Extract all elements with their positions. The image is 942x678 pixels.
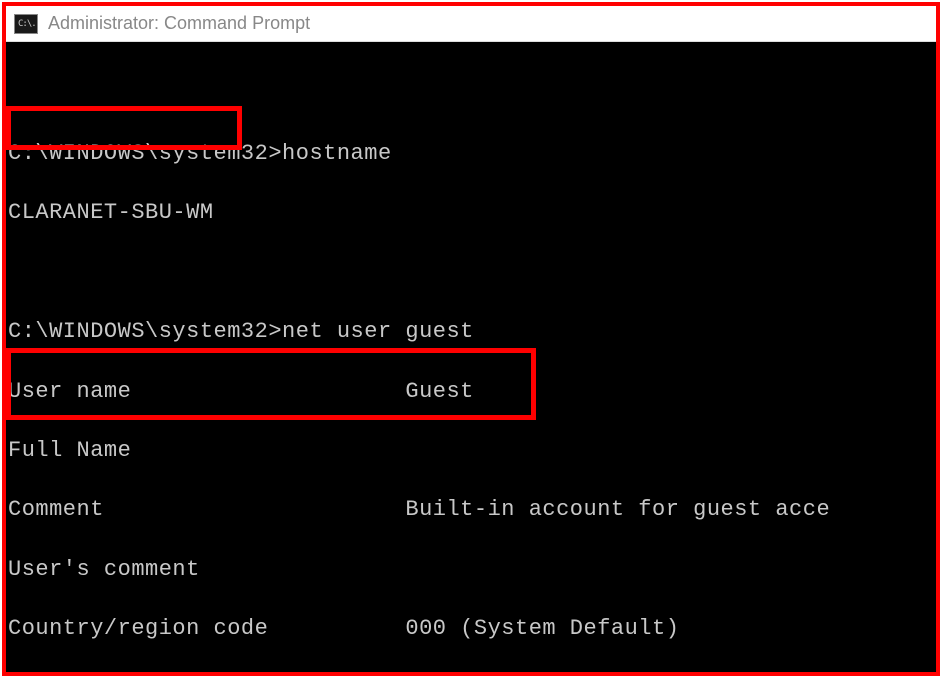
terminal-line [8,258,934,288]
field-label: User's comment [8,557,200,582]
terminal-line: Full Name [8,436,934,466]
field-label: Full Name [8,438,131,463]
terminal-line: Comment Built-in account for guest acce [8,495,934,525]
blank [8,260,22,285]
terminal-line [8,80,934,110]
terminal-line: CLARANET-SBU-WM [8,198,934,228]
terminal-line: C:\WINDOWS\system32>hostname [8,139,934,169]
field-value: Built-in account for guest acce [405,497,830,522]
cmd-icon-text: C:\. [18,19,36,29]
prompt: C:\WINDOWS\system32> [8,319,282,344]
command: net user guest [282,319,474,344]
terminal-output[interactable]: C:\WINDOWS\system32>hostname CLARANET-SB… [6,42,936,672]
field-label: User name [8,379,405,404]
field-value: 000 (System Default) [405,616,679,641]
cmd-icon: C:\. [14,14,38,34]
terminal-line: User's comment [8,555,934,585]
command: hostname [282,141,392,166]
terminal-line: User name Guest [8,377,934,407]
prompt: C:\WINDOWS\system32> [8,141,282,166]
command-prompt-window: C:\. Administrator: Command Prompt C:\WI… [6,6,936,672]
title-bar[interactable]: C:\. Administrator: Command Prompt [6,6,936,42]
field-value: Guest [405,379,474,404]
hostname-output: CLARANET-SBU-WM [8,200,214,225]
blank [8,82,22,107]
terminal-line: C:\WINDOWS\system32>net user guest [8,317,934,347]
field-label: Comment [8,497,405,522]
terminal-line: Country/region code 000 (System Default) [8,614,934,644]
window-title: Administrator: Command Prompt [48,13,310,34]
field-label: Country/region code [8,616,405,641]
